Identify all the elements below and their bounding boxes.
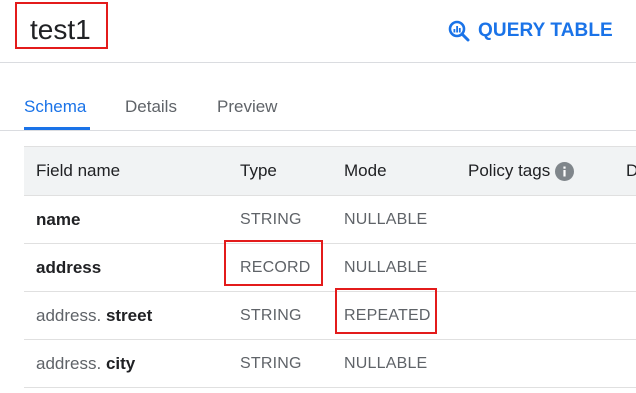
table-row: address. city STRING NULLABLE	[24, 340, 636, 388]
tab-schema[interactable]: Schema	[24, 97, 86, 117]
table-row: name STRING NULLABLE	[24, 196, 636, 244]
field-name-cell: name	[36, 196, 80, 243]
mode-cell: NULLABLE	[344, 196, 427, 243]
mode-cell: REPEATED	[344, 292, 431, 339]
table-row: address RECORD NULLABLE	[24, 244, 636, 292]
table-header: test1 QUERY TABLE	[0, 0, 636, 63]
field-mode: REPEATED	[344, 306, 431, 324]
tab-preview[interactable]: Preview	[217, 97, 277, 117]
field-mode: NULLABLE	[344, 210, 428, 228]
query-table-button[interactable]: QUERY TABLE	[448, 18, 613, 44]
field-type: STRING	[240, 354, 302, 372]
table-row: address. street STRING REPEATED	[24, 292, 636, 340]
type-cell: RECORD	[240, 244, 311, 291]
field-type: STRING	[240, 210, 302, 228]
schema-table: Field name Type Mode Policy tags D name	[24, 146, 636, 388]
column-header-field-name: Field name	[36, 161, 121, 180]
field-mode: NULLABLE	[344, 354, 428, 372]
table-header-row: Field name Type Mode Policy tags D	[24, 146, 636, 196]
field-name: city	[105, 353, 136, 373]
mode-cell: NULLABLE	[344, 340, 427, 387]
mode-cell: NULLABLE	[344, 244, 427, 291]
field-mode: NULLABLE	[344, 258, 428, 276]
table-title: test1	[30, 14, 91, 45]
bigquery-table-page: test1 QUERY TABLE Schema Details Preview…	[0, 0, 636, 393]
column-header-type: Type	[240, 161, 277, 180]
type-cell: STRING	[240, 340, 302, 387]
tab-details[interactable]: Details	[125, 97, 177, 117]
column-header-description: D	[626, 161, 636, 180]
field-name-prefix: address.	[36, 353, 102, 373]
field-name-cell: address	[36, 244, 101, 291]
field-name-cell: address. city	[36, 340, 135, 387]
query-table-label: QUERY TABLE	[478, 20, 613, 41]
field-type: RECORD	[240, 258, 311, 276]
query-search-icon	[448, 20, 470, 42]
field-name: address	[36, 257, 102, 277]
tab-bar: Schema Details Preview	[0, 63, 636, 131]
field-name: name	[36, 209, 81, 229]
column-header-mode: Mode	[344, 161, 387, 180]
type-cell: STRING	[240, 292, 302, 339]
active-tab-indicator	[24, 127, 90, 130]
field-name: street	[105, 305, 153, 325]
type-cell: STRING	[240, 196, 302, 243]
field-name-cell: address. street	[36, 292, 152, 339]
field-type: STRING	[240, 306, 302, 324]
field-name-prefix: address.	[36, 305, 102, 325]
column-header-policy-tags: Policy tags	[468, 147, 575, 195]
policy-tags-label: Policy tags	[468, 161, 551, 180]
info-icon[interactable]	[555, 161, 575, 181]
